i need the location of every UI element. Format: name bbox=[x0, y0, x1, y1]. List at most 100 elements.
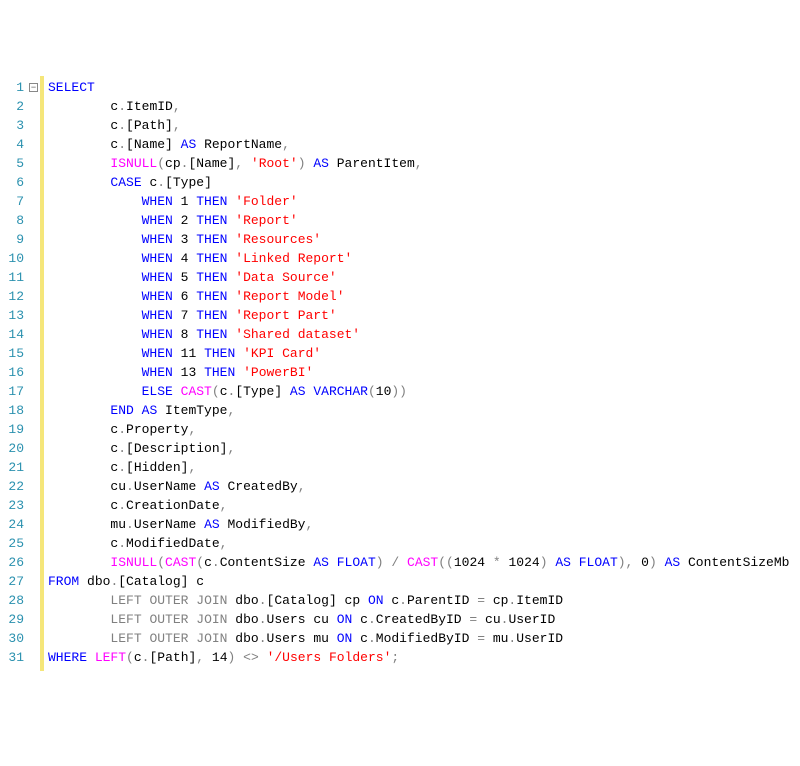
token-gray: . bbox=[368, 612, 376, 627]
token-gray: . bbox=[259, 612, 267, 627]
token-gray: . bbox=[501, 612, 509, 627]
code-line[interactable]: WHEN 11 THEN 'KPI Card' bbox=[48, 344, 800, 363]
code-line[interactable]: c.[Path], bbox=[48, 116, 800, 135]
token-kw: THEN bbox=[196, 251, 227, 266]
code-line[interactable]: WHEN 1 THEN 'Folder' bbox=[48, 192, 800, 211]
code-line[interactable]: WHEN 4 THEN 'Linked Report' bbox=[48, 249, 800, 268]
token-str: 'Shared dataset' bbox=[235, 327, 360, 342]
token-norm bbox=[173, 384, 181, 399]
token-kw: THEN bbox=[196, 213, 227, 228]
token-norm: ContentSizeMb bbox=[680, 555, 789, 570]
code-line[interactable]: SELECT bbox=[48, 78, 800, 97]
token-gray: . bbox=[508, 593, 516, 608]
token-norm: dbo bbox=[228, 593, 259, 608]
token-norm: 0 bbox=[633, 555, 649, 570]
token-gray: . bbox=[118, 498, 126, 513]
line-number: 24 bbox=[4, 515, 24, 534]
token-gray: ) bbox=[649, 555, 657, 570]
code-area[interactable]: SELECT c.ItemID, c.[Path], c.[Name] AS R… bbox=[44, 76, 800, 671]
line-number: 25 bbox=[4, 534, 24, 553]
token-func: ISNULL bbox=[110, 555, 157, 570]
token-norm: ItemID bbox=[126, 99, 173, 114]
token-gray: . bbox=[259, 631, 267, 646]
token-kw: WHEN bbox=[142, 346, 173, 361]
token-gray: OUTER bbox=[149, 593, 188, 608]
token-norm: ItemType bbox=[157, 403, 227, 418]
token-norm: ModifiedByID bbox=[376, 631, 477, 646]
token-gray: ( bbox=[212, 384, 220, 399]
token-gray: , bbox=[227, 403, 235, 418]
code-line[interactable]: WHEN 5 THEN 'Data Source' bbox=[48, 268, 800, 287]
code-line[interactable]: ELSE CAST(c.[Type] AS VARCHAR(10)) bbox=[48, 382, 800, 401]
line-number: 4 bbox=[4, 135, 24, 154]
line-number: 14 bbox=[4, 325, 24, 344]
token-norm: Users mu bbox=[267, 631, 337, 646]
token-str: 'Folder' bbox=[235, 194, 297, 209]
code-line[interactable]: c.ItemID, bbox=[48, 97, 800, 116]
code-line[interactable]: mu.UserName AS ModifiedBy, bbox=[48, 515, 800, 534]
token-kw: AS bbox=[181, 137, 197, 152]
code-line[interactable]: WHEN 2 THEN 'Report' bbox=[48, 211, 800, 230]
line-number: 16 bbox=[4, 363, 24, 382]
code-line[interactable]: ISNULL(CAST(c.ContentSize AS FLOAT) / CA… bbox=[48, 553, 800, 572]
code-line[interactable]: LEFT OUTER JOIN dbo.Users mu ON c.Modifi… bbox=[48, 629, 800, 648]
token-gray: OUTER bbox=[149, 631, 188, 646]
line-number: 11 bbox=[4, 268, 24, 287]
code-line[interactable]: c.ModifiedDate, bbox=[48, 534, 800, 553]
token-gray: . bbox=[212, 555, 220, 570]
code-line[interactable]: cu.UserName AS CreatedBy, bbox=[48, 477, 800, 496]
token-kw: VARCHAR bbox=[313, 384, 368, 399]
token-gray: = bbox=[477, 631, 485, 646]
code-line[interactable]: c.Property, bbox=[48, 420, 800, 439]
line-number: 30 bbox=[4, 629, 24, 648]
token-gray: (( bbox=[438, 555, 454, 570]
fold-toggle-icon[interactable]: − bbox=[29, 83, 38, 92]
token-norm: mu bbox=[110, 517, 126, 532]
token-kw: WHEN bbox=[142, 194, 173, 209]
token-norm: dbo bbox=[228, 631, 259, 646]
code-line[interactable]: c.[Description], bbox=[48, 439, 800, 458]
token-kw: WHEN bbox=[142, 251, 173, 266]
code-line[interactable]: LEFT OUTER JOIN dbo.Users cu ON c.Create… bbox=[48, 610, 800, 629]
code-line[interactable]: WHERE LEFT(c.[Path], 14) <> '/Users Fold… bbox=[48, 648, 800, 667]
fold-strip: − bbox=[28, 76, 40, 671]
token-str: '/Users Folders' bbox=[267, 650, 392, 665]
line-number: 2 bbox=[4, 97, 24, 116]
code-line[interactable]: c.CreationDate, bbox=[48, 496, 800, 515]
code-line[interactable]: WHEN 13 THEN 'PowerBI' bbox=[48, 363, 800, 382]
token-norm: [Name] bbox=[188, 156, 235, 171]
token-kw: FLOAT bbox=[579, 555, 618, 570]
code-line[interactable]: WHEN 3 THEN 'Resources' bbox=[48, 230, 800, 249]
token-kw: WHEN bbox=[142, 327, 173, 342]
code-line[interactable]: CASE c.[Type] bbox=[48, 173, 800, 192]
line-number: 22 bbox=[4, 477, 24, 496]
token-kw: AS bbox=[204, 479, 220, 494]
code-line[interactable]: FROM dbo.[Catalog] c bbox=[48, 572, 800, 591]
token-norm: UserName bbox=[134, 517, 204, 532]
code-line[interactable]: WHEN 7 THEN 'Report Part' bbox=[48, 306, 800, 325]
token-norm: [Type] bbox=[235, 384, 290, 399]
code-line[interactable]: ISNULL(cp.[Name], 'Root') AS ParentItem, bbox=[48, 154, 800, 173]
token-gray: <> bbox=[243, 650, 259, 665]
token-norm: 4 bbox=[173, 251, 196, 266]
code-line[interactable]: LEFT OUTER JOIN dbo.[Catalog] cp ON c.Pa… bbox=[48, 591, 800, 610]
code-line[interactable]: c.[Hidden], bbox=[48, 458, 800, 477]
token-norm: [Type] bbox=[165, 175, 212, 190]
line-number: 8 bbox=[4, 211, 24, 230]
token-norm bbox=[235, 365, 243, 380]
token-kw: ELSE bbox=[142, 384, 173, 399]
code-line[interactable]: WHEN 8 THEN 'Shared dataset' bbox=[48, 325, 800, 344]
code-line[interactable]: WHEN 6 THEN 'Report Model' bbox=[48, 287, 800, 306]
token-norm: ItemID bbox=[516, 593, 563, 608]
token-norm: cp bbox=[485, 593, 508, 608]
token-gray: ( bbox=[126, 650, 134, 665]
code-line[interactable]: c.[Name] AS ReportName, bbox=[48, 135, 800, 154]
token-norm: dbo bbox=[79, 574, 110, 589]
token-gray: . bbox=[118, 422, 126, 437]
token-norm: ParentID bbox=[407, 593, 477, 608]
code-editor[interactable]: 1234567891011121314151617181920212223242… bbox=[0, 76, 800, 671]
code-line[interactable]: END AS ItemType, bbox=[48, 401, 800, 420]
token-kw: ON bbox=[337, 612, 353, 627]
line-number: 1 bbox=[4, 78, 24, 97]
token-gray: . bbox=[259, 593, 267, 608]
